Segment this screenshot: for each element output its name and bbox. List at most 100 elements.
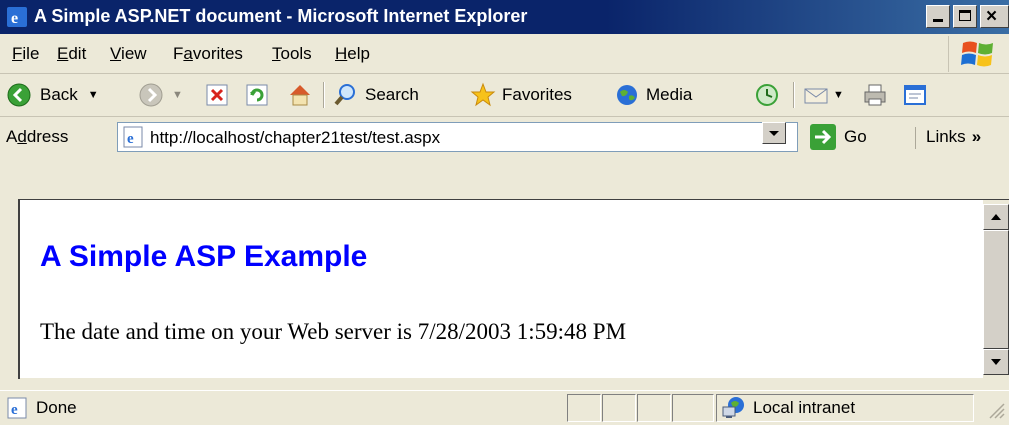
minimize-icon bbox=[933, 19, 943, 22]
status-pane bbox=[567, 394, 601, 422]
status-main: e Done bbox=[6, 396, 77, 420]
scroll-up-arrow-icon bbox=[991, 214, 1001, 220]
mail-dropdown-icon[interactable]: ▼ bbox=[833, 89, 844, 101]
media-button[interactable]: Media bbox=[614, 82, 692, 108]
back-dropdown-icon[interactable]: ▼ bbox=[88, 89, 99, 101]
media-globe-icon bbox=[617, 85, 637, 105]
windows-logo bbox=[948, 36, 1007, 72]
close-button[interactable]: × bbox=[980, 5, 1009, 28]
print-button[interactable] bbox=[862, 82, 888, 108]
go-button[interactable]: Go bbox=[810, 123, 867, 151]
menu-help[interactable]: Help bbox=[335, 44, 370, 64]
menu-tools-label: ools bbox=[280, 44, 312, 63]
favorites-button[interactable]: Favorites bbox=[470, 82, 572, 108]
edit-button[interactable] bbox=[902, 82, 928, 108]
address-label: Address bbox=[6, 127, 68, 147]
mail-button[interactable]: ▼ bbox=[803, 82, 844, 108]
security-zone[interactable]: Local intranet bbox=[716, 394, 974, 422]
home-button[interactable] bbox=[287, 82, 313, 108]
stop-button[interactable] bbox=[205, 82, 229, 108]
window-title: A Simple ASP.NET document - Microsoft In… bbox=[34, 6, 528, 26]
links-chevron-icon[interactable]: » bbox=[972, 127, 981, 146]
go-label: Go bbox=[844, 127, 867, 146]
menu-file-label: ile bbox=[22, 44, 40, 63]
menu-file-accel: F bbox=[12, 44, 23, 63]
address-label-rest: dress bbox=[26, 127, 69, 146]
svg-text:e: e bbox=[127, 131, 134, 147]
refresh-button[interactable] bbox=[245, 82, 269, 108]
svg-text:e: e bbox=[11, 402, 18, 418]
status-pane bbox=[602, 394, 636, 422]
menu-help-accel: H bbox=[335, 44, 348, 63]
refresh-icon bbox=[246, 84, 268, 106]
home-icon bbox=[290, 85, 310, 106]
menu-view[interactable]: View bbox=[110, 44, 147, 64]
forward-arrow-icon bbox=[139, 83, 163, 107]
scroll-up-button[interactable] bbox=[983, 204, 1009, 230]
vertical-scrollbar[interactable] bbox=[983, 200, 1009, 378]
back-label: Back bbox=[40, 85, 78, 104]
links-label: Links bbox=[926, 127, 966, 146]
menu-edit[interactable]: Edit bbox=[57, 44, 86, 64]
search-label: Search bbox=[365, 85, 419, 104]
maximize-icon bbox=[959, 10, 971, 21]
minimize-button[interactable] bbox=[926, 5, 950, 28]
stop-icon bbox=[206, 84, 228, 106]
address-input[interactable]: e http://localhost/chapter21test/test.as… bbox=[117, 122, 798, 152]
menu-favorites[interactable]: Favorites bbox=[173, 44, 243, 64]
scroll-down-button[interactable] bbox=[983, 349, 1009, 375]
menu-favorites-accel: a bbox=[183, 44, 193, 63]
toolbar-separator bbox=[793, 82, 795, 108]
menu-edit-label: dit bbox=[68, 44, 87, 63]
menu-favorites-pre: F bbox=[173, 44, 184, 63]
standard-toolbar: Back ▼ ▼ Search Favorites Media ▼ bbox=[0, 74, 1009, 117]
page-done-icon: e bbox=[7, 397, 27, 419]
favorites-star-icon bbox=[470, 82, 496, 107]
page-body-text: The date and time on your Web server is … bbox=[40, 319, 627, 344]
edit-page-icon bbox=[904, 85, 926, 105]
close-icon: × bbox=[986, 6, 998, 27]
history-button[interactable] bbox=[754, 82, 780, 108]
browser-window: e A Simple ASP.NET document - Microsoft … bbox=[0, 0, 1009, 425]
menu-file[interactable]: File bbox=[12, 44, 39, 64]
search-icon bbox=[334, 84, 355, 106]
status-pane bbox=[672, 394, 714, 422]
forward-dropdown-icon[interactable]: ▼ bbox=[172, 89, 183, 101]
scroll-down-arrow-icon bbox=[991, 359, 1001, 365]
scroll-thumb[interactable] bbox=[983, 230, 1009, 349]
back-button[interactable]: Back ▼ bbox=[6, 82, 99, 108]
ie-logo-icon: e bbox=[7, 7, 27, 27]
menu-help-label: elp bbox=[347, 44, 370, 63]
media-label: Media bbox=[646, 85, 693, 104]
windows-flag-icon bbox=[961, 41, 993, 67]
print-icon bbox=[864, 84, 886, 106]
mail-icon bbox=[804, 88, 828, 104]
menu-favorites-label: vorites bbox=[192, 44, 243, 63]
chevron-down-icon bbox=[769, 131, 779, 136]
address-dropdown-button[interactable] bbox=[762, 122, 786, 144]
svg-text:e: e bbox=[11, 10, 18, 27]
menu-edit-accel: E bbox=[57, 44, 69, 63]
status-pane bbox=[637, 394, 671, 422]
menu-view-accel: V bbox=[110, 44, 122, 63]
maximize-button[interactable] bbox=[953, 5, 977, 28]
toolbar-separator bbox=[323, 82, 325, 108]
address-url: http://localhost/chapter21test/test.aspx bbox=[150, 128, 441, 147]
menu-tools-accel: T bbox=[272, 44, 281, 63]
address-label-accel: d bbox=[17, 127, 27, 146]
history-icon bbox=[756, 84, 778, 106]
favorites-label: Favorites bbox=[502, 85, 572, 104]
web-page-content[interactable] bbox=[20, 200, 983, 378]
zone-label: Local intranet bbox=[753, 398, 856, 417]
search-button[interactable]: Search bbox=[333, 82, 419, 108]
page-heading: A Simple ASP Example bbox=[40, 240, 368, 273]
address-label-pre: A bbox=[6, 127, 18, 146]
menu-bar: File Edit View Favorites Tools Help bbox=[0, 34, 1009, 74]
title-bar[interactable]: e A Simple ASP.NET document - Microsoft … bbox=[0, 0, 1009, 34]
go-arrow-icon bbox=[810, 124, 836, 150]
menu-tools[interactable]: Tools bbox=[272, 44, 312, 64]
back-arrow-icon bbox=[7, 83, 31, 107]
forward-button[interactable]: ▼ bbox=[138, 82, 183, 108]
links-toolbar[interactable]: Links » bbox=[915, 127, 981, 149]
resize-grip-icon[interactable] bbox=[984, 398, 1006, 420]
